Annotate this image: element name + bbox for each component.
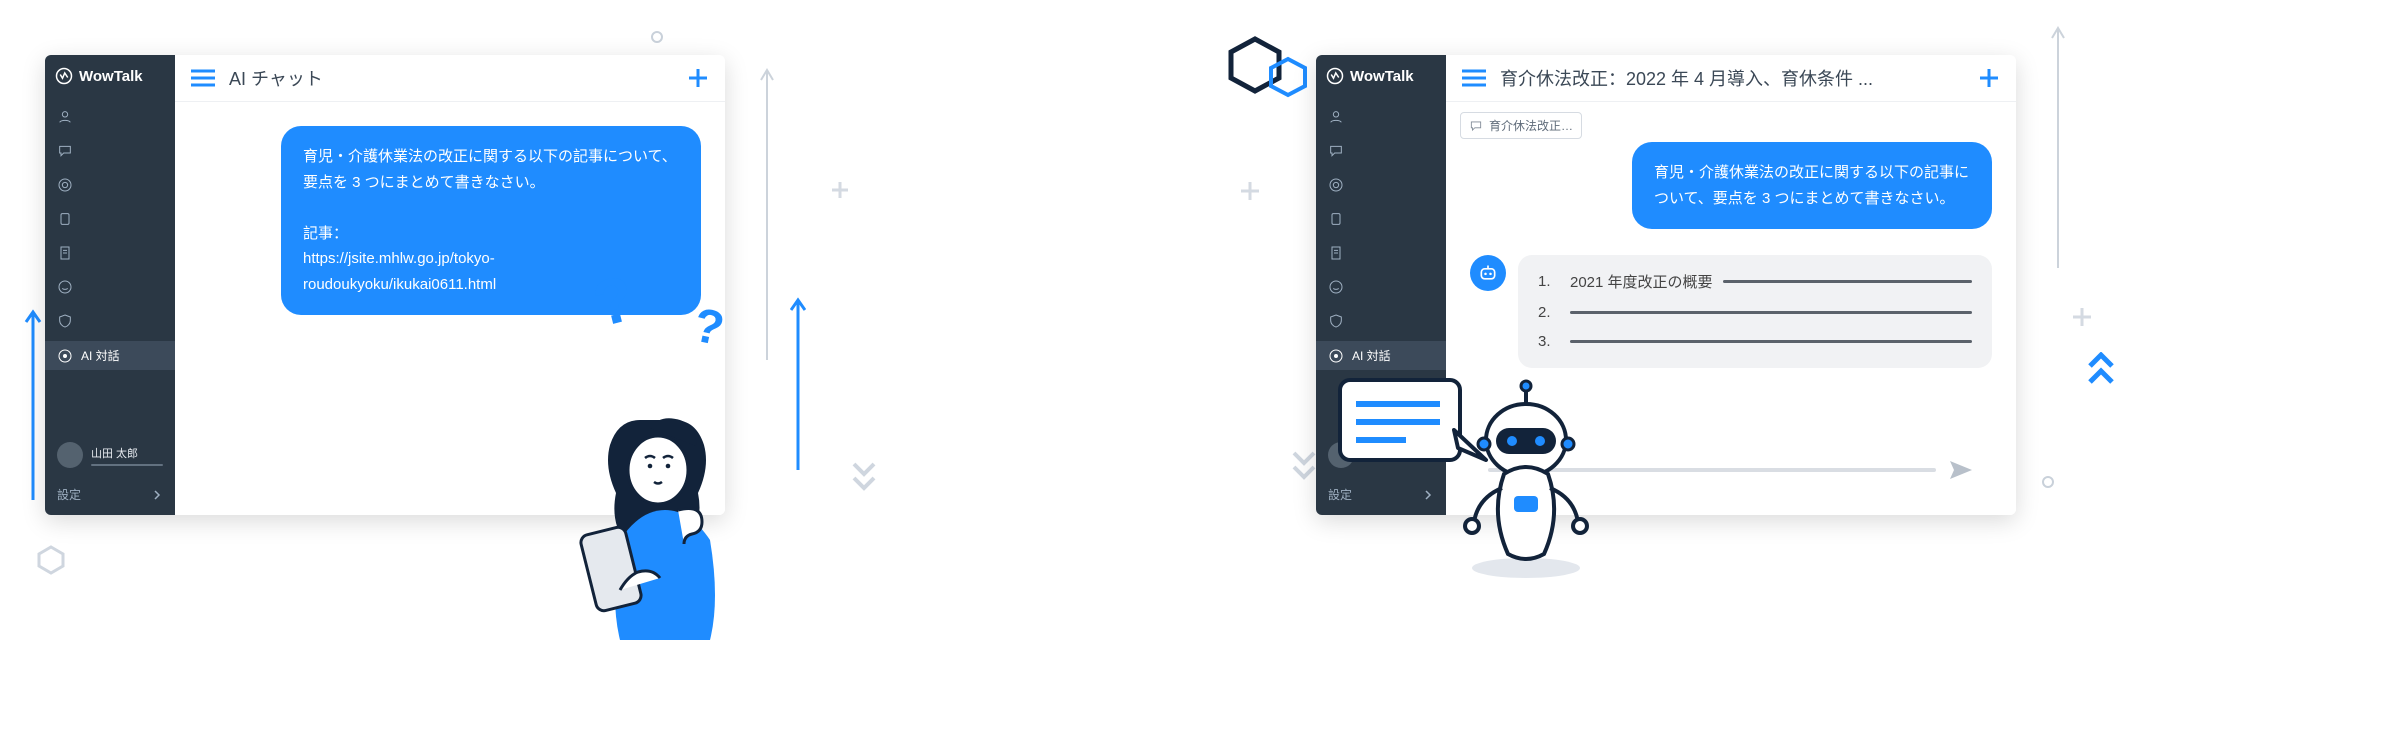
list-number: 2. — [1538, 304, 1560, 321]
sidebar-nav: AI 対話 — [45, 99, 175, 370]
list-item: 2. — [1538, 304, 1972, 321]
brand: WowTalk — [45, 55, 175, 99]
conversation-tab[interactable]: 育介休法改正… — [1460, 112, 1582, 139]
sidebar-item[interactable] — [1316, 239, 1446, 267]
sidebar-item[interactable] — [45, 137, 175, 165]
sidebar-item[interactable] — [1316, 273, 1446, 301]
chat-icon — [1328, 143, 1344, 159]
bot-message-row: 1. 2021 年度改正の概要 2. 3. — [1470, 255, 1992, 368]
bot-message: 1. 2021 年度改正の概要 2. 3. — [1518, 255, 1992, 368]
clipboard-icon — [57, 211, 73, 227]
bot-face-icon — [1478, 263, 1498, 283]
placeholder-bar — [1570, 311, 1972, 314]
new-chat-button[interactable] — [1978, 67, 2000, 89]
dot-icon — [650, 30, 664, 44]
sidebar-item[interactable] — [1316, 103, 1446, 131]
shield-icon — [1328, 313, 1344, 329]
hexagon-icon — [1267, 56, 1309, 98]
placeholder-bar — [91, 464, 163, 466]
hexagon-icon — [36, 545, 66, 575]
confused-person-illustration — [570, 380, 770, 640]
menu-icon[interactable] — [191, 69, 215, 87]
arrow-up-icon — [2051, 18, 2065, 268]
doc-icon — [57, 245, 73, 261]
list-number: 1. — [1538, 273, 1560, 290]
face-icon — [1328, 279, 1344, 295]
tab-label: 育介休法改正… — [1489, 117, 1573, 134]
robot-illustration — [1336, 370, 1596, 590]
sidebar-item-ai[interactable]: AI 対話 — [1316, 341, 1446, 370]
user-message: 育児・介護休業法の改正に関する以下の記事について、要点を 3 つにまとめて書きな… — [281, 126, 701, 315]
topbar: 育介休法改正：2022 年 4 月導入、育休条件 ... — [1446, 55, 2016, 102]
sidebar-item[interactable] — [45, 205, 175, 233]
sidebar-item[interactable] — [45, 307, 175, 335]
arrow-up-icon — [790, 290, 806, 470]
page-title: AI チャット — [229, 65, 673, 91]
bot-avatar — [1470, 255, 1506, 291]
brand-logo-icon — [55, 67, 73, 85]
user-icon — [57, 109, 73, 125]
sidebar-item[interactable] — [1316, 307, 1446, 335]
sidebar-item[interactable] — [45, 239, 175, 267]
send-button[interactable] — [1948, 459, 1974, 481]
brand-text: WowTalk — [79, 68, 143, 85]
arrow-up-icon — [760, 60, 774, 360]
new-chat-button[interactable] — [687, 67, 709, 89]
menu-icon[interactable] — [1462, 69, 1486, 87]
sidebar: WowTalk AI 対話 山田 太郎 — [45, 55, 175, 515]
user-icon — [1328, 109, 1344, 125]
sidebar-ai-label: AI 対話 — [81, 347, 120, 364]
feed-icon — [1328, 177, 1344, 193]
ai-icon — [57, 348, 73, 364]
sidebar-item[interactable] — [45, 103, 175, 131]
plus-deco-icon — [830, 180, 850, 200]
feed-icon — [57, 177, 73, 193]
arrow-up-icon — [24, 300, 42, 500]
list-item: 1. 2021 年度改正の概要 — [1538, 271, 1972, 292]
placeholder-bar — [1723, 280, 1972, 283]
sidebar-item[interactable] — [45, 273, 175, 301]
user-message: 育児・介護休業法の改正に関する以下の記事について、要点を 3 つにまとめて書きな… — [1632, 142, 1992, 229]
sidebar-item[interactable] — [1316, 205, 1446, 233]
topbar: AI チャット — [175, 55, 725, 102]
sidebar-nav: AI 対話 — [1316, 99, 1446, 370]
list-item: 3. — [1538, 333, 1972, 350]
settings-label: 設定 — [57, 486, 81, 503]
chevron-right-icon — [151, 489, 163, 501]
chat-bubble-icon — [1469, 119, 1483, 133]
settings-row[interactable]: 設定 — [45, 478, 175, 515]
sidebar-item-ai[interactable]: AI 対話 — [45, 341, 175, 370]
sidebar-item[interactable] — [45, 171, 175, 199]
chevrons-up-icon — [2086, 352, 2116, 388]
plus-deco-icon — [1239, 180, 1261, 202]
brand: WowTalk — [1316, 55, 1446, 99]
clipboard-icon — [1328, 211, 1344, 227]
page-title: 育介休法改正：2022 年 4 月導入、育休条件 ... — [1500, 65, 1964, 91]
user-name: 山田 太郎 — [91, 445, 163, 461]
chat-icon — [57, 143, 73, 159]
list-number: 3. — [1538, 333, 1560, 350]
sidebar-item[interactable] — [1316, 171, 1446, 199]
avatar — [57, 442, 83, 468]
list-text: 2021 年度改正の概要 — [1570, 271, 1713, 292]
brand-text: WowTalk — [1350, 68, 1414, 85]
chevrons-down-icon — [850, 460, 878, 494]
face-icon — [57, 279, 73, 295]
plus-deco-icon — [2071, 306, 2093, 328]
placeholder-bar — [1570, 340, 1972, 343]
sidebar-item[interactable] — [1316, 137, 1446, 165]
doc-icon — [1328, 245, 1344, 261]
chevrons-down-icon — [1291, 450, 1317, 482]
sidebar-ai-label: AI 対話 — [1352, 347, 1391, 364]
user-block[interactable]: 山田 太郎 — [45, 432, 175, 478]
brand-logo-icon — [1326, 67, 1344, 85]
ai-icon — [1328, 348, 1344, 364]
shield-icon — [57, 313, 73, 329]
dot-icon — [2041, 475, 2055, 489]
